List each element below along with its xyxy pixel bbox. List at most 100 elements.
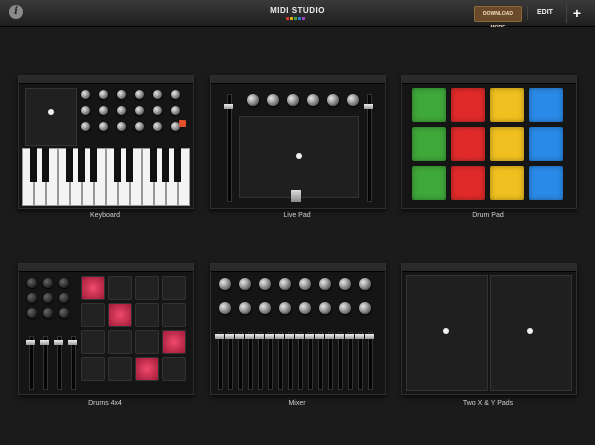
fader-track [318, 332, 323, 390]
knob [259, 302, 271, 314]
knob [81, 122, 90, 131]
fader-cap [315, 334, 324, 339]
knob [27, 293, 37, 303]
download-more-button[interactable]: DOWNLOAD MORE [474, 6, 522, 31]
thumbnail-toolbar [402, 76, 576, 84]
drum-pad [135, 276, 159, 300]
knob [247, 94, 259, 106]
knob [135, 106, 144, 115]
fader-cap [355, 334, 364, 339]
preset-tile-two-xy-pads[interactable]: Two X & Y Pads [401, 263, 577, 413]
xy-cursor [296, 153, 302, 159]
fader-cap [235, 334, 244, 339]
knob [347, 94, 359, 106]
drum-pad [81, 357, 105, 381]
app-logo [286, 17, 305, 20]
drums-4x4-thumbnail [18, 263, 194, 395]
drum-pad [451, 127, 485, 161]
black-key [42, 148, 49, 182]
knob [279, 302, 291, 314]
fader-track [328, 332, 333, 390]
logo-dot [290, 17, 293, 20]
drum-pad [490, 88, 524, 122]
thumbnail-toolbar [211, 76, 385, 84]
logo-dot [294, 17, 297, 20]
fader-track [268, 332, 273, 390]
knob [307, 94, 319, 106]
preset-tile-keyboard[interactable]: Keyboard [18, 75, 194, 225]
knob [27, 278, 37, 288]
add-button[interactable]: + [566, 3, 587, 23]
knob [43, 308, 53, 318]
drum-pad [81, 303, 105, 327]
preset-label: Drum Pad [472, 212, 504, 219]
fader-cap [295, 334, 304, 339]
preset-tile-drum-pad[interactable]: Drum Pad [401, 75, 577, 225]
preset-label: Two X & Y Pads [462, 400, 514, 407]
fader-cap [364, 104, 373, 109]
knob [135, 122, 144, 131]
knob [327, 94, 339, 106]
black-key [150, 148, 157, 182]
mixer-thumbnail [210, 263, 386, 395]
knob [59, 278, 69, 288]
fader-cap [40, 340, 49, 345]
knob [81, 90, 90, 99]
fader-cap [325, 334, 334, 339]
edit-button[interactable]: EDIT [527, 6, 562, 20]
knob [339, 302, 351, 314]
drum-pad [108, 357, 132, 381]
knob [117, 122, 126, 131]
preset-label: Mixer [288, 400, 306, 407]
preset-grid: Keyboard Live Pad Drum Pad Drums 4x4 Mix… [4, 27, 591, 445]
drum-pad [108, 330, 132, 354]
fader-cap [215, 334, 224, 339]
thumbnail-toolbar [19, 76, 193, 84]
knob [81, 106, 90, 115]
knob [287, 94, 299, 106]
knob [279, 278, 291, 290]
knob [59, 293, 69, 303]
slider-handle [291, 190, 301, 202]
xy-area [239, 116, 359, 198]
black-key [90, 148, 97, 182]
fader-track [288, 332, 293, 390]
fader-cap [245, 334, 254, 339]
drum-pad [108, 276, 132, 300]
fader-track [298, 332, 303, 390]
preset-tile-drums-4x4[interactable]: Drums 4x4 [18, 263, 194, 413]
xy-cursor [527, 328, 533, 334]
knob [171, 106, 180, 115]
preset-label: Live Pad [283, 212, 311, 219]
piano-keys [22, 148, 190, 206]
preset-tile-live-pad[interactable]: Live Pad [210, 75, 386, 225]
drum-pad [135, 357, 159, 381]
knob [319, 278, 331, 290]
knob [319, 302, 331, 314]
logo-dot [298, 17, 301, 20]
preset-tile-mixer[interactable]: Mixer [210, 263, 386, 413]
drum-pad [490, 127, 524, 161]
knob [219, 302, 231, 314]
knob [359, 302, 371, 314]
drum-pad [490, 166, 524, 200]
preset-label: Keyboard [90, 212, 120, 219]
top-bar: i MIDI STUDIO DOWNLOAD MORE EDIT + [0, 0, 595, 31]
drum-pad [162, 357, 186, 381]
knob [43, 278, 53, 288]
fader-track [228, 332, 233, 390]
knob [259, 278, 271, 290]
fader-cap [275, 334, 284, 339]
black-key [174, 148, 181, 182]
knob [153, 106, 162, 115]
fader-cap [26, 340, 35, 345]
fader-track [348, 332, 353, 390]
drum-pad [529, 88, 563, 122]
xy-area [25, 88, 77, 146]
fader-track [278, 332, 283, 390]
fader-track [368, 332, 373, 390]
live-pad-thumbnail [210, 75, 386, 209]
drum-pad [81, 330, 105, 354]
knob [171, 90, 180, 99]
drum-pad [162, 303, 186, 327]
